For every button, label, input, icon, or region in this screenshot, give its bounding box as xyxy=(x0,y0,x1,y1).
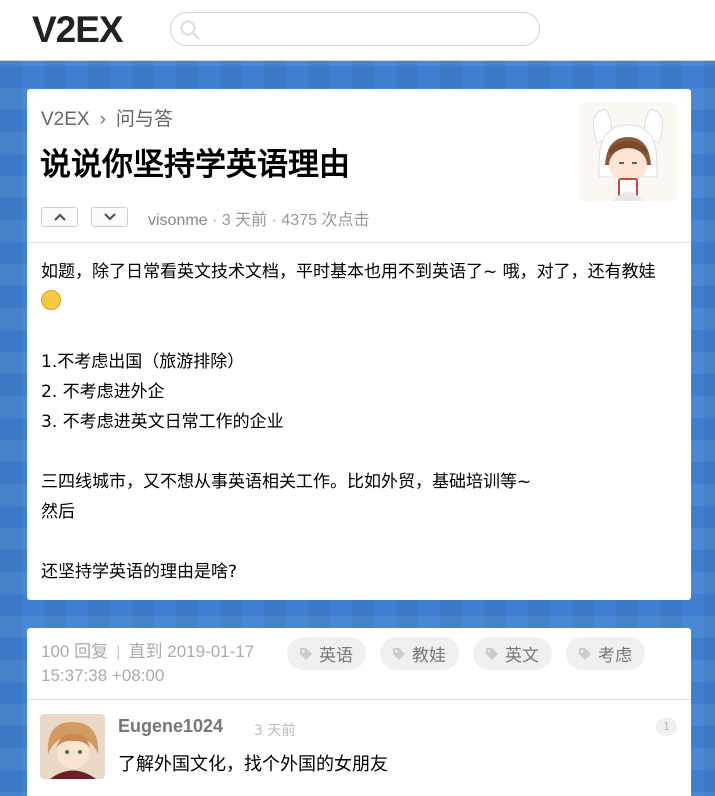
topic-time: 3 天前 xyxy=(221,212,268,229)
laughing-emoji-icon xyxy=(41,290,61,310)
content-paragraph: 然后 xyxy=(41,502,75,522)
search-icon xyxy=(180,20,200,40)
tag-item[interactable]: 考虑 xyxy=(566,637,645,670)
topic-content: 如题，除了日常看英文技术文档，平时基本也用不到英语了~ 哦，对了，还有教娃 1.… xyxy=(41,257,681,587)
tag-icon xyxy=(393,647,405,660)
content-paragraph: 如题，除了日常看英文技术文档，平时基本也用不到英语了~ 哦，对了，还有教娃 xyxy=(41,257,681,317)
reply-content: 了解外国文化，找个外国的女朋友 xyxy=(118,754,388,775)
breadcrumb-separator: › xyxy=(99,109,106,130)
reply-avatar[interactable] xyxy=(40,714,105,779)
breadcrumb: V2EX › 问与答 xyxy=(41,104,173,131)
reply-author-link[interactable]: Eugene1024 xyxy=(118,716,223,737)
meta-separator: · xyxy=(271,212,277,229)
top-bar: V2EX xyxy=(0,0,715,61)
content-paragraph: 三四线城市，又不想从事英语相关工作。比如外贸，基础培训等~ xyxy=(41,472,532,492)
vote-controls xyxy=(41,207,141,227)
click-count: 4375 次点击 xyxy=(281,212,370,229)
topic-title: 说说你坚持学英语理由 xyxy=(40,147,350,183)
reply-summary-separator: | xyxy=(116,642,121,661)
chevron-up-icon xyxy=(53,213,66,221)
reply-divider xyxy=(27,699,691,700)
replies-card: 100 回复 | 直到 2019-01-17 15:37:38 +08:00 英语 … xyxy=(27,628,691,796)
tag-icon xyxy=(579,647,591,660)
reply-avatar-image xyxy=(40,714,105,779)
reply-floor-badge: 1 xyxy=(656,718,677,736)
search-input[interactable] xyxy=(170,12,540,46)
tag-list: 英语 教娃 英文 考虑 xyxy=(287,637,659,670)
upvote-button[interactable] xyxy=(41,207,78,227)
tag-item[interactable]: 教娃 xyxy=(380,637,459,670)
meta-separator: · xyxy=(212,212,218,229)
downvote-button[interactable] xyxy=(91,207,128,227)
content-list-item: 1.不考虑出国（旅游排除） xyxy=(41,352,245,372)
content-list-item: 2. 不考虑进外企 xyxy=(41,382,165,402)
reply-count: 100 回复 xyxy=(41,642,109,661)
author-avatar[interactable] xyxy=(579,103,677,201)
tag-item[interactable]: 英语 xyxy=(287,637,366,670)
chevron-down-icon xyxy=(103,213,116,221)
topic-card: V2EX › 问与答 说说你坚持学英语理由 visonme · 3 天前 · 437… xyxy=(27,89,691,600)
content-paragraph: 还坚持学英语的理由是啥? xyxy=(41,562,238,582)
tag-icon xyxy=(486,647,498,660)
reply-time: 3 天前 xyxy=(254,723,296,739)
tag-icon xyxy=(300,647,312,660)
topic-meta: visonme · 3 天前 · 4375 次点击 xyxy=(148,206,369,230)
breadcrumb-node-link[interactable]: 问与答 xyxy=(116,109,173,130)
author-name-link[interactable]: visonme xyxy=(148,212,208,229)
header-divider xyxy=(27,242,691,243)
tag-item[interactable]: 英文 xyxy=(473,637,552,670)
reply-summary: 100 回复 | 直到 2019-01-17 15:37:38 +08:00 xyxy=(41,640,286,688)
content-list-item: 3. 不考虑进英文日常工作的企业 xyxy=(41,412,284,432)
breadcrumb-home-link[interactable]: V2EX xyxy=(41,109,90,130)
v2ex-logo[interactable]: V2EX xyxy=(32,10,124,50)
